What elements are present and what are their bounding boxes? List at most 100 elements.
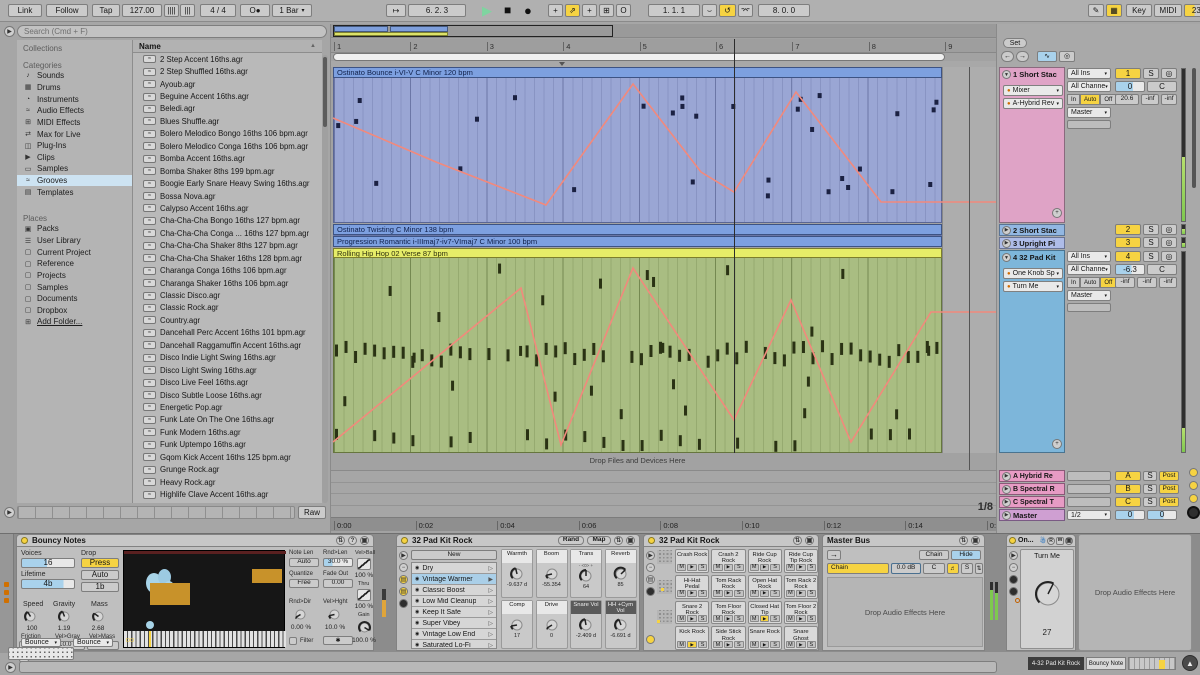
groove-file-row[interactable]: ≈Heavy Rock.agr <box>133 476 322 488</box>
new-chain-button[interactable]: New <box>411 550 497 560</box>
sidebar-item-add-folder-[interactable]: ⊞Add Folder... <box>17 316 132 328</box>
groove-file-row[interactable]: ≈Bolero Melodico Bongo 16ths 106 bpm.agr <box>133 128 322 140</box>
groove-file-row[interactable]: ≈Dancehall Perc Accent 16ths 101 bpm.agr <box>133 327 322 339</box>
pad-solo-button[interactable]: S <box>734 641 743 648</box>
drum-pad-snare-ghost[interactable]: Snare GhostM▶S <box>784 626 818 650</box>
sidebar-item-dropbox[interactable]: ▢Dropbox <box>17 305 132 317</box>
return-a-solo[interactable]: S <box>1143 471 1157 481</box>
groove-file-row[interactable]: ≈2 Step Accent 16ths.agr <box>133 53 322 65</box>
link-button[interactable]: Link <box>8 4 42 17</box>
pad-overview-bottom[interactable] <box>657 610 672 624</box>
stop-button[interactable]: ■ <box>504 4 518 17</box>
bounce-mode-1[interactable]: Bounce▾ <box>21 638 61 647</box>
fold-rack-icon[interactable]: − <box>646 563 655 572</box>
drum-pad-snare-rock[interactable]: Snare RockM▶S <box>748 626 782 650</box>
device-on-icon[interactable] <box>1009 537 1016 544</box>
track-4-send-b[interactable]: -inf <box>1137 277 1157 288</box>
return-c-chooser[interactable] <box>1067 497 1111 507</box>
drum-rack-title[interactable]: 32 Pad Kit Rock ⇅ ▣ <box>643 534 819 547</box>
groove-file-row[interactable]: ≈Calypso Accent 16ths.agr <box>133 202 322 214</box>
pad-play-icon[interactable]: ▶ <box>724 615 733 622</box>
track-fold-icon[interactable]: ▶ <box>1002 511 1011 520</box>
current-device-label[interactable]: 4-32 Pad Kit Rock <box>1028 657 1084 670</box>
hotswap-icon[interactable]: ⇅ <box>793 536 802 545</box>
return-a-badge-icon[interactable] <box>1189 468 1198 477</box>
pad-overview-top[interactable] <box>657 550 672 564</box>
pad-play-icon[interactable]: ▶ <box>796 564 805 571</box>
pad-play-icon[interactable]: ▶ <box>760 641 769 648</box>
track-4-input-type[interactable]: All Ins▾ <box>1067 251 1111 262</box>
punch-in-button[interactable]: ⌣ <box>702 4 717 17</box>
groove-file-row[interactable]: ≈Funk Uptempo 16ths.agr <box>133 439 322 451</box>
chain-expand-icon[interactable]: ▷ <box>488 565 493 572</box>
macro-snare-vol[interactable]: Snare Vol-2.409 d <box>570 600 602 649</box>
loop-brace[interactable] <box>333 53 945 61</box>
pad-play-icon[interactable]: ▶ <box>724 590 733 597</box>
pad-mute-button[interactable]: M <box>677 615 686 622</box>
master-cue-out[interactable]: 1/2▾ <box>1067 510 1111 520</box>
speed-knob[interactable] <box>23 609 38 624</box>
track-1-send-a[interactable]: 20.6 <box>1115 94 1139 105</box>
track-3-solo[interactable]: S <box>1143 237 1159 248</box>
macro-knob[interactable] <box>606 566 636 582</box>
track-4-automation-device-select[interactable]: ●One Knob Sp▾ <box>1003 268 1063 279</box>
track-4-header[interactable]: ▼ 4 32 Pad Kit ●One Knob Sp▾ ●Turn Me▾ + <box>999 250 1065 453</box>
paddle-block[interactable] <box>252 569 282 583</box>
track-fold-icon[interactable]: ▶ <box>1002 226 1011 235</box>
draw-mode-button[interactable]: ⊞ <box>599 4 614 17</box>
add-automation-lane-button[interactable]: + <box>1052 208 1062 218</box>
pad-play-icon[interactable]: ▶ <box>724 641 733 648</box>
filter-checkbox[interactable] <box>289 637 297 645</box>
return-c-badge-icon[interactable] <box>1189 494 1198 503</box>
chain-pan[interactable]: C <box>923 563 945 574</box>
track-4-input-channel[interactable]: All Channe▾ <box>1067 264 1111 275</box>
pad-mute-button[interactable]: M <box>750 615 759 622</box>
track-1-activator[interactable]: 1 <box>1115 68 1141 79</box>
chain-expand-icon[interactable]: ▶ <box>488 576 493 583</box>
turn-me-knob[interactable] <box>1034 580 1062 608</box>
pad-solo-button[interactable]: S <box>770 641 779 648</box>
save-preset-icon[interactable]: ▣ <box>626 536 635 545</box>
lifetime-field[interactable]: 4b <box>21 579 75 589</box>
groove-file-row[interactable]: ≈Ayoub.agr <box>133 78 322 90</box>
metronome-icon[interactable]: |||| <box>164 4 179 17</box>
quantize-menu[interactable]: 1 Bar▾ <box>272 4 312 17</box>
tempo-field[interactable]: 127.00 <box>122 4 162 17</box>
save-preset-icon[interactable]: ▣ <box>971 536 980 545</box>
groove-file-row[interactable]: ≈Charanga Conga 16ths 106 bpm.agr <box>133 264 322 276</box>
track-4-pan[interactable]: C <box>1147 264 1177 275</box>
device-on-icon[interactable] <box>401 537 408 544</box>
notelen-field[interactable]: Auto <box>289 558 319 567</box>
pad-mute-button[interactable]: M <box>713 590 722 597</box>
track-3-header[interactable]: ▶ 3 Upright Pi <box>999 237 1065 249</box>
rnddir-knob[interactable] <box>293 607 308 622</box>
groove-scrub-strip[interactable] <box>17 506 295 519</box>
track-3-activator[interactable]: 3 <box>1115 237 1141 248</box>
sidebar-item-plug-ins[interactable]: ◫Plug-Ins <box>17 140 132 152</box>
sidebar-item-midi-effects[interactable]: ⊞MIDI Effects <box>17 117 132 129</box>
hotswap-icon[interactable]: ⇅ <box>959 536 968 545</box>
drum-pad-ride-cup-rock[interactable]: Ride Cup RockM▶S <box>748 549 782 573</box>
return-b-solo[interactable]: S <box>1143 484 1157 494</box>
loop-button[interactable]: ↺ <box>719 4 736 17</box>
current-clip-label[interactable]: Bouncy Note <box>1086 657 1126 670</box>
track-1-automation-device-select[interactable]: ●Mixer▾ <box>1003 85 1063 96</box>
rndlen-field[interactable]: 30.0 % <box>323 558 353 567</box>
time-ruler[interactable]: 0:000:020:040:060:080:100:120:140:16 <box>331 517 997 531</box>
panel-scrollbar[interactable] <box>1192 68 1196 188</box>
arrangement-overview[interactable] <box>331 24 997 38</box>
return-b-activator[interactable]: B <box>1115 484 1141 494</box>
receive-badge[interactable]: R <box>1047 537 1055 545</box>
fold-keys-widget[interactable] <box>8 647 74 660</box>
device-drop-zone[interactable]: Drop Audio Effects Here <box>1078 534 1192 651</box>
drum-pad-kick-rock[interactable]: Kick RockM▶S <box>675 626 709 650</box>
browser-collapse-button[interactable]: ▶ <box>4 26 15 37</box>
arrangement-position-field[interactable]: 6. 2. 3 <box>408 4 466 17</box>
macro-reverb[interactable]: Reverb85 <box>605 549 637 598</box>
track-1-output-channel[interactable] <box>1067 120 1111 129</box>
tap-tempo-button[interactable]: Tap <box>92 4 120 17</box>
groove-file-row[interactable]: ≈Disco Subtle Loose 16ths.agr <box>133 389 322 401</box>
show-devices-icon[interactable]: ▶ <box>646 551 655 560</box>
groove-file-row[interactable]: ≈Funk Late On The One 16ths.agr <box>133 414 322 426</box>
track-4-monitor[interactable]: InAutoOff <box>1067 277 1116 288</box>
